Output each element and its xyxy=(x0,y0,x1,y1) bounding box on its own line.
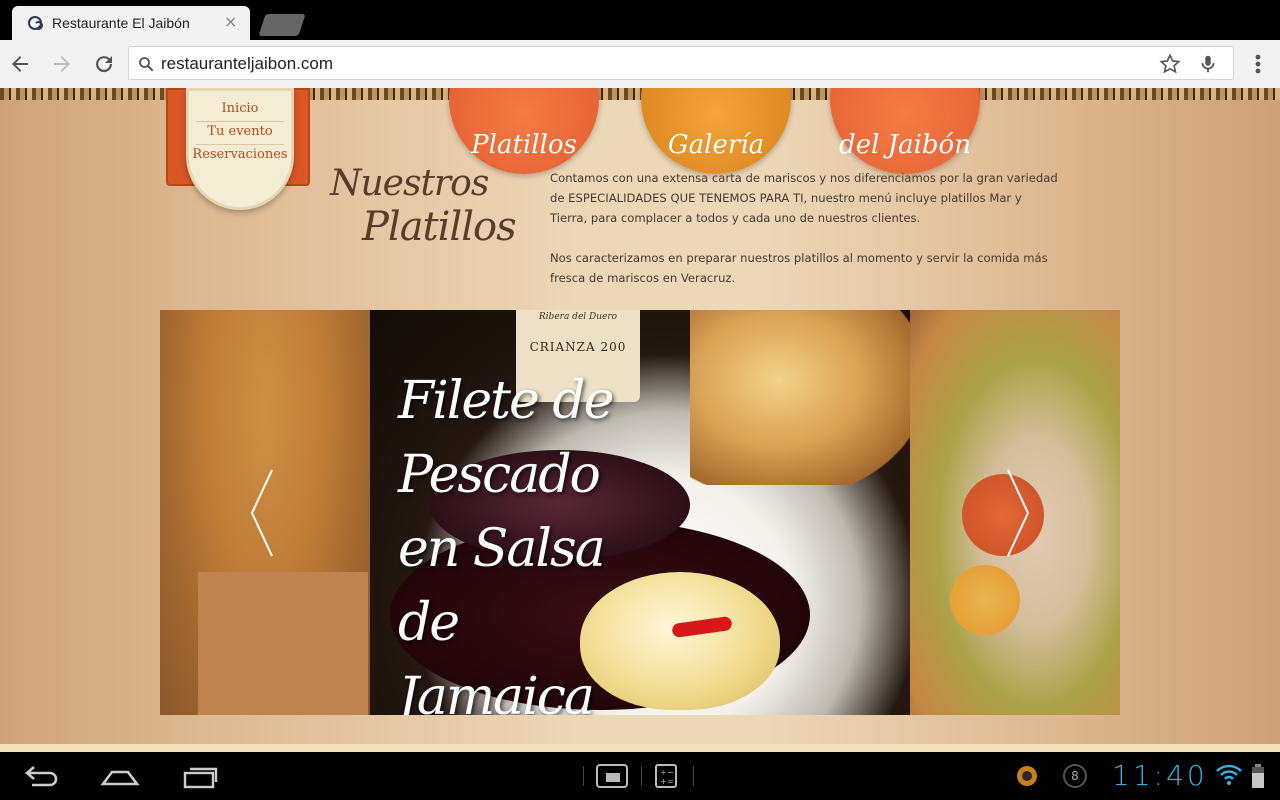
intro-paragraph: Contamos con una extensa carta de marisc… xyxy=(550,171,1058,225)
slide-current-dish: Ribera del Duero CRIANZA 200 Filete de P… xyxy=(370,310,910,715)
category-label: del Jaibón xyxy=(839,130,971,160)
category-label: Platillos xyxy=(471,130,577,160)
dish-slider[interactable]: Ribera del Duero CRIANZA 200 Filete de P… xyxy=(160,310,1120,715)
bar-divider xyxy=(641,766,642,786)
category-label: Galería xyxy=(667,130,765,160)
new-tab-button[interactable] xyxy=(258,14,306,36)
calculator-icon[interactable]: ÷ + − = xyxy=(655,764,677,788)
forward-arrow-icon[interactable] xyxy=(50,52,74,76)
nav-link-tu-evento[interactable]: Tu evento xyxy=(186,124,294,139)
category-circle-galeria[interactable]: Galería xyxy=(641,88,791,174)
site-favicon-icon xyxy=(28,16,43,30)
system-navigation-bar: ÷ + − = 8 11:40 xyxy=(0,752,1280,800)
nav-link-reservaciones[interactable]: Reservaciones xyxy=(186,147,294,162)
reload-icon[interactable] xyxy=(92,52,116,76)
address-bar[interactable]: restauranteljaibon.com xyxy=(128,46,1234,80)
svg-text:−: − xyxy=(667,768,674,777)
chevron-right-icon[interactable] xyxy=(1002,468,1032,558)
dish-title: Filete de Pescado en Salsa de Jamaica xyxy=(398,371,614,715)
search-icon xyxy=(139,57,154,72)
bar-divider xyxy=(583,766,584,786)
intro-text: Contamos con una extensa carta de marisc… xyxy=(550,168,1060,308)
url-text[interactable]: restauranteljaibon.com xyxy=(161,54,333,74)
category-circle-platillos[interactable]: Platillos xyxy=(449,88,599,174)
tab-close-icon[interactable]: × xyxy=(224,12,237,32)
browser-toolbar: restauranteljaibon.com xyxy=(0,40,1280,89)
intro-paragraph: Nos caracterizamos en preparar nuestros … xyxy=(550,251,1048,285)
menu-icon[interactable] xyxy=(1248,52,1268,76)
svg-text:+: + xyxy=(660,777,667,786)
bar-divider xyxy=(693,766,694,786)
tab-strip: Restaurante El Jaibón × xyxy=(0,0,1280,40)
section-heading-line2: Platillos xyxy=(362,204,517,250)
mic-icon[interactable] xyxy=(1197,53,1219,75)
notification-count-badge[interactable]: 8 xyxy=(1063,764,1087,788)
nav-link-inicio[interactable]: Inicio xyxy=(186,101,294,116)
wine-label-main: CRIANZA 200 xyxy=(529,340,627,354)
clock[interactable]: 11:40 xyxy=(1112,759,1208,792)
wifi-icon xyxy=(1216,764,1242,785)
page-bottom-band xyxy=(0,744,1280,752)
svg-text:=: = xyxy=(667,777,674,786)
svg-text:÷: ÷ xyxy=(660,768,667,777)
battery-icon xyxy=(1252,764,1264,788)
home-icon[interactable] xyxy=(100,764,140,790)
bookmark-star-icon[interactable] xyxy=(1159,53,1181,75)
section-heading-line1: Nuestros xyxy=(330,163,489,204)
wine-label-top: Ribera del Duero xyxy=(538,312,618,322)
recent-apps-icon[interactable] xyxy=(182,764,220,790)
app-notification-icon[interactable] xyxy=(1015,764,1039,788)
back-icon[interactable] xyxy=(22,764,60,790)
nav-divider xyxy=(196,144,284,145)
chevron-left-icon[interactable] xyxy=(248,468,278,558)
nav-divider xyxy=(196,121,284,122)
bread-image xyxy=(690,310,910,485)
back-arrow-icon[interactable] xyxy=(8,52,32,76)
screenshot-icon[interactable] xyxy=(596,764,628,788)
category-circle-jaibon[interactable]: del Jaibón xyxy=(830,88,980,174)
tab-title: Restaurante El Jaibón xyxy=(52,15,190,31)
web-page: Platillos Galería del Jaibón Inicio Tu e… xyxy=(0,88,1280,752)
browser-tab[interactable]: Restaurante El Jaibón × xyxy=(12,6,250,40)
